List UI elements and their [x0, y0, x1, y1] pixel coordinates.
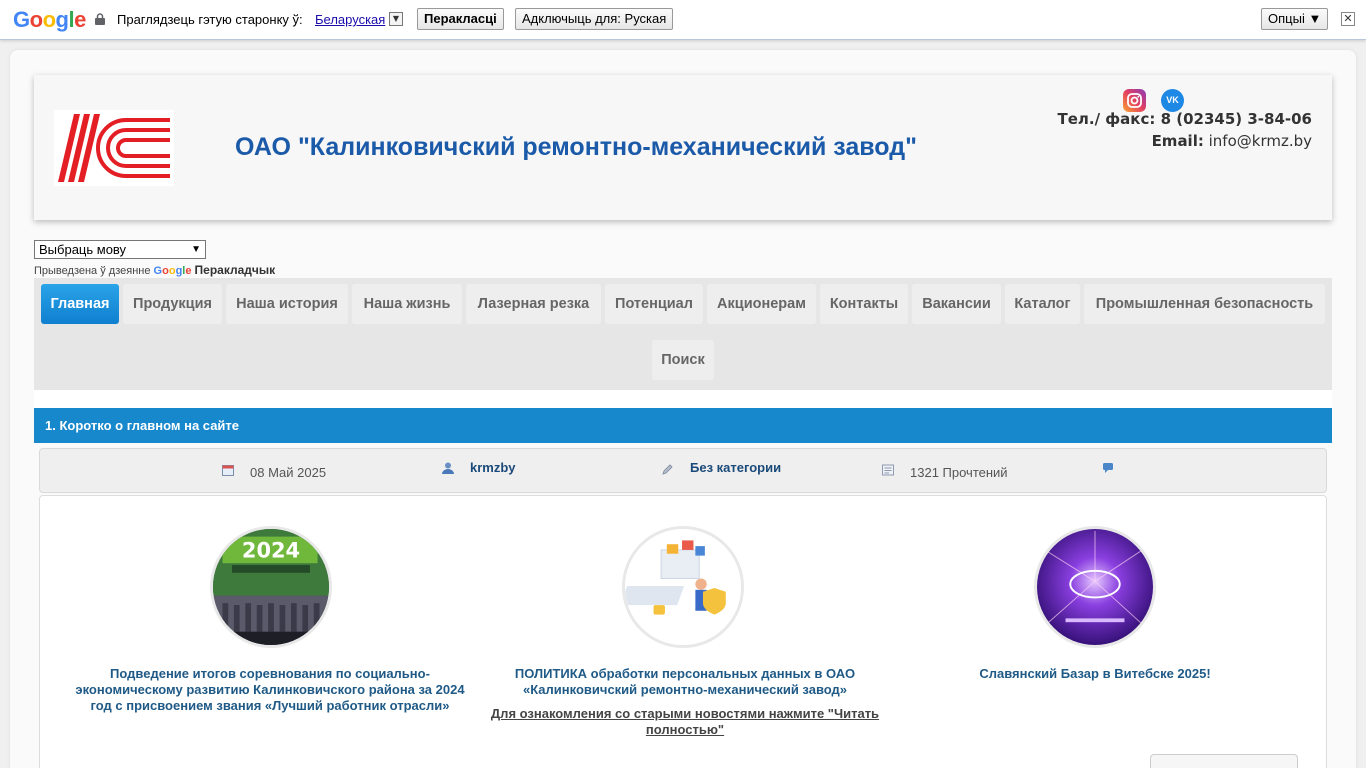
svg-text:2024: 2024 — [242, 539, 300, 563]
translator-link[interactable]: Перакладчык — [195, 263, 276, 277]
nav-shareholders[interactable]: Акционерам — [707, 284, 816, 324]
author-link[interactable]: krmzby — [470, 460, 516, 475]
article-3-image[interactable] — [1034, 526, 1156, 648]
category-link[interactable]: Без категории — [690, 460, 781, 475]
company-logo[interactable] — [54, 110, 174, 186]
nav-catalog[interactable]: Каталог — [1005, 284, 1080, 324]
nav-vacancies[interactable]: Вакансии — [912, 284, 1001, 324]
article-1-image[interactable]: 2024 — [210, 526, 332, 648]
instagram-icon[interactable] — [1123, 89, 1146, 112]
nav-our-life[interactable]: Наша жизнь — [352, 284, 462, 324]
close-icon[interactable]: ✕ — [1341, 12, 1355, 26]
site-title: ОАО "Калинковичский ремонтно-механически… — [235, 133, 917, 161]
lock-icon — [95, 13, 105, 25]
google-logo: Google — [13, 7, 86, 32]
article-2-image[interactable] — [622, 526, 744, 648]
email-line: Email: info@krmz.by — [1152, 132, 1312, 150]
section-title: 1. Коротко о главном на сайте — [34, 408, 1332, 443]
target-language-link[interactable]: Беларуская — [315, 12, 385, 27]
powered-by-google: Прыведзена ў дзеянне Google Перакладчык — [34, 263, 275, 277]
article-3-title[interactable]: Славянский Базар в Витебске 2025! — [900, 666, 1290, 682]
translate-prompt: Праглядзець гэтую старонку ў: — [117, 12, 303, 27]
vk-icon[interactable]: VK — [1161, 89, 1184, 112]
news-content: 2024 Подведение итогов соревнования по с… — [39, 495, 1327, 768]
nav-potential[interactable]: Потенциал — [605, 284, 703, 324]
read-count: 1321 Прочтений — [910, 465, 1008, 480]
nav-contacts[interactable]: Контакты — [820, 284, 908, 324]
phone-fax: Тел./ факс: 8 (02345) 3-84-06 — [1057, 110, 1312, 128]
user-icon — [442, 462, 454, 474]
email-label: Email: — [1151, 132, 1204, 150]
calendar-icon — [222, 465, 234, 476]
chevron-down-icon: ▼ — [191, 244, 201, 255]
email-address[interactable]: info@krmz.by — [1209, 132, 1312, 150]
nav-home[interactable]: Главная — [41, 284, 119, 324]
nav-search[interactable]: Поиск — [652, 340, 714, 380]
spacer-strip — [34, 390, 1332, 408]
read-more-button[interactable] — [1150, 754, 1298, 768]
comment-icon[interactable] — [1102, 462, 1114, 474]
nav-history[interactable]: Наша история — [226, 284, 348, 324]
disable-translate-button[interactable]: Адключыць для: Руская — [515, 8, 674, 30]
google-translate-bar: Google Праглядзець гэтую старонку ў: Бел… — [0, 0, 1366, 40]
article-2-title[interactable]: ПОЛИТИКА обработки персональных данных в… — [490, 666, 880, 698]
language-select[interactable]: Выбраць мову ▼ — [34, 240, 206, 259]
nav-products[interactable]: Продукция — [123, 284, 222, 324]
translate-button[interactable]: Перакласці — [417, 8, 504, 30]
nav-laser-cutting[interactable]: Лазерная резка — [466, 284, 601, 324]
article-date: 08 Май 2025 — [250, 465, 327, 480]
old-news-link[interactable]: Для ознакомления со старыми новостями на… — [487, 706, 883, 738]
powered-text: Прыведзена ў дзеянне — [34, 265, 151, 277]
article-meta: 08 Май 2025 krmzby Без категории 1321 Пр… — [39, 448, 1327, 493]
article-1-title[interactable]: Подведение итогов соревнования по социал… — [70, 666, 470, 714]
pencil-icon — [662, 464, 673, 475]
options-button[interactable]: Опцыі ▼ — [1261, 8, 1329, 30]
language-select-value: Выбраць мову — [39, 242, 127, 257]
google-small-logo: Google — [153, 265, 192, 277]
nav-industrial-safety[interactable]: Промышленная безопасность — [1084, 284, 1325, 324]
language-dropdown-icon[interactable]: ▼ — [389, 12, 403, 26]
document-icon — [882, 464, 894, 476]
